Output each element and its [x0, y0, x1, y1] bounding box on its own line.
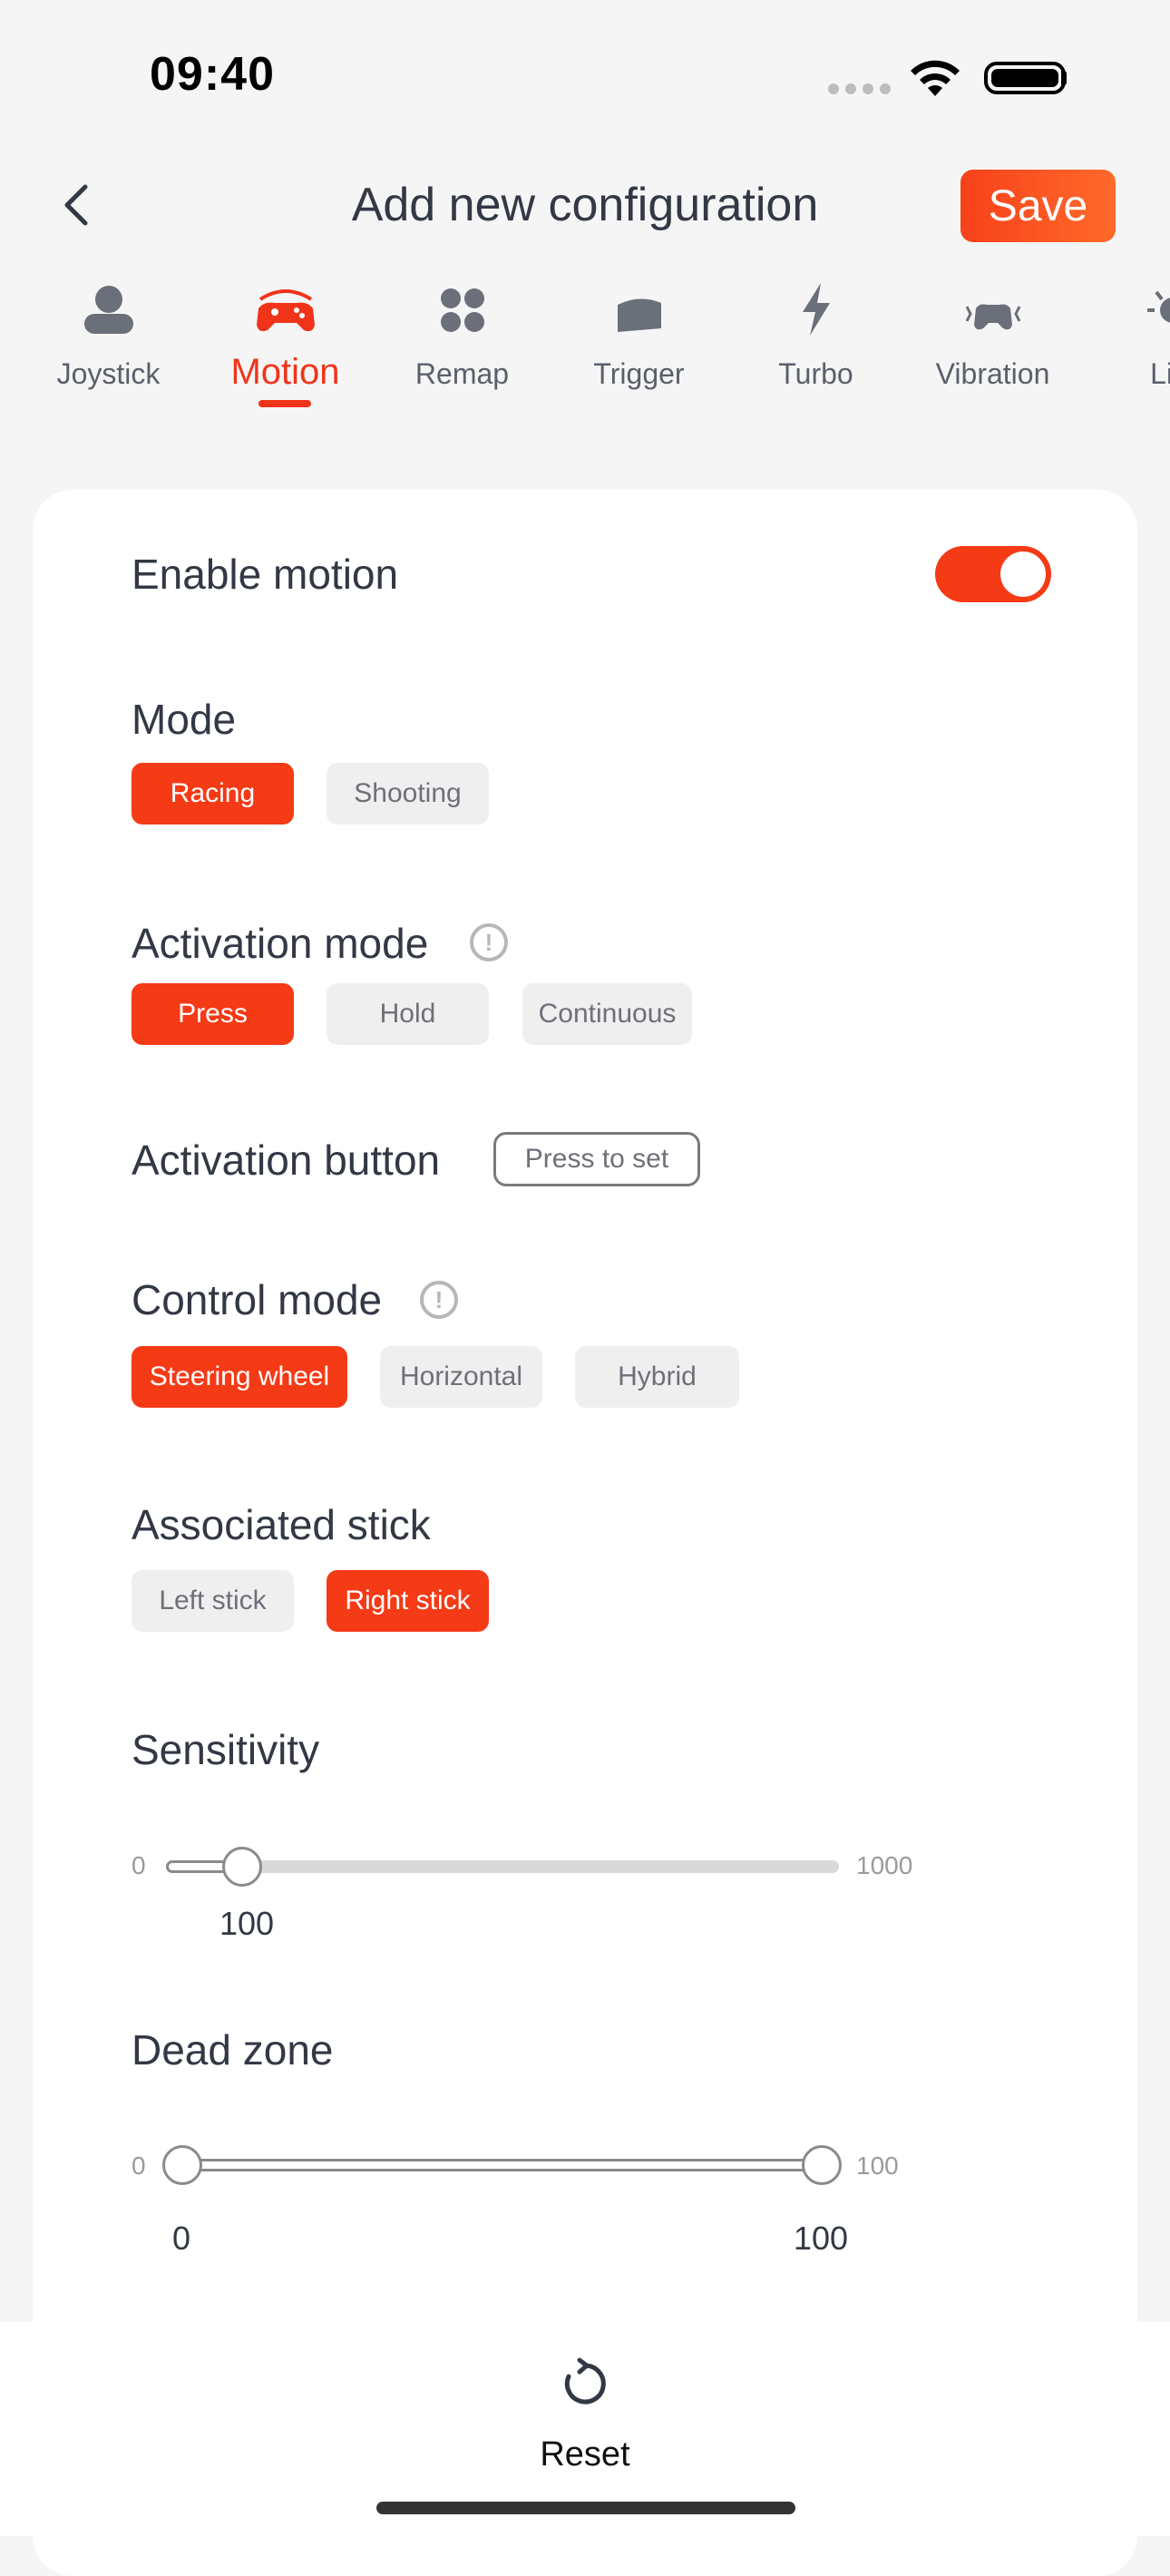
wifi-icon: [907, 56, 963, 102]
status-time: 09:40: [150, 47, 275, 102]
dead-zone-label: Dead zone: [132, 2025, 334, 2074]
enable-motion-label: Enable motion: [132, 550, 398, 599]
remap-dots-icon: [374, 281, 551, 337]
reset-icon[interactable]: [558, 2356, 612, 2411]
battery-icon: [984, 62, 1066, 94]
mode-label: Mode: [132, 695, 236, 744]
sensitivity-track[interactable]: [166, 1860, 839, 1873]
reset-button-label[interactable]: Reset: [0, 2435, 1170, 2474]
sensitivity-max-label: 1000: [856, 1851, 912, 1880]
tab-label: Joystick: [20, 357, 197, 391]
light-icon: [1081, 281, 1170, 337]
joystick-icon: [20, 281, 197, 337]
tab-label: Remap: [374, 357, 551, 391]
activation-button-label: Activation button: [132, 1136, 440, 1185]
control-steering-wheel-chip[interactable]: Steering wheel: [132, 1346, 347, 1408]
tab-label: Turbo: [727, 357, 904, 391]
sensitivity-min-label: 0: [132, 1851, 146, 1880]
tab-turbo[interactable]: Turbo: [727, 281, 904, 391]
tab-motion[interactable]: Motion: [197, 281, 374, 393]
sensitivity-label: Sensitivity: [132, 1725, 319, 1774]
right-stick-chip[interactable]: Right stick: [327, 1570, 489, 1632]
activation-press-chip[interactable]: Press: [132, 983, 294, 1045]
tab-label: Motion: [197, 352, 374, 393]
toggle-knob: [1000, 551, 1046, 597]
tab-vibration[interactable]: Vibration: [904, 281, 1081, 391]
active-tab-indicator: [258, 400, 311, 407]
sensitivity-slider-thumb[interactable]: [222, 1847, 262, 1887]
lightning-icon: [727, 281, 904, 337]
motion-gamepad-icon: [197, 281, 374, 337]
dead-zone-high-value: 100: [794, 2220, 848, 2258]
mode-shooting-chip[interactable]: Shooting: [327, 763, 489, 825]
tab-label: Vibration: [904, 357, 1081, 391]
enable-motion-toggle[interactable]: [935, 546, 1051, 602]
control-mode-label: Control mode: [132, 1275, 382, 1324]
press-to-set-button[interactable]: Press to set: [493, 1132, 700, 1186]
cellular-signal-icon: [828, 83, 891, 94]
associated-stick-label: Associated stick: [132, 1500, 431, 1549]
left-stick-chip[interactable]: Left stick: [132, 1570, 294, 1632]
tab-trigger[interactable]: Trigger: [551, 281, 727, 391]
activation-continuous-chip[interactable]: Continuous: [522, 983, 692, 1045]
battery-tip: [1061, 71, 1067, 85]
dead-zone-low-thumb[interactable]: [162, 2145, 202, 2185]
tab-bar: Joystick Motion Remap Trigger Turbo: [0, 281, 1170, 417]
tab-label: Trigger: [551, 357, 727, 391]
tab-remap[interactable]: Remap: [374, 281, 551, 391]
mode-racing-chip[interactable]: Racing: [132, 763, 294, 825]
dead-zone-min-label: 0: [132, 2152, 146, 2181]
tab-joystick[interactable]: Joystick: [20, 281, 197, 391]
sensitivity-value: 100: [219, 1905, 274, 1943]
home-indicator: [376, 2502, 795, 2514]
activation-hold-chip[interactable]: Hold: [327, 983, 489, 1045]
activation-mode-label: Activation mode: [132, 919, 428, 968]
dead-zone-track[interactable]: [181, 2159, 821, 2171]
info-icon[interactable]: !: [420, 1281, 458, 1319]
dead-zone-max-label: 100: [856, 2152, 899, 2181]
vibration-icon: [904, 281, 1081, 337]
tab-label: Lig: [1081, 357, 1170, 391]
tab-light[interactable]: Lig: [1081, 281, 1170, 391]
dead-zone-low-value: 0: [172, 2220, 190, 2258]
info-icon[interactable]: !: [470, 923, 508, 961]
trigger-icon: [551, 281, 727, 337]
save-button[interactable]: Save: [960, 170, 1116, 242]
control-hybrid-chip[interactable]: Hybrid: [575, 1346, 739, 1408]
dead-zone-high-thumb[interactable]: [802, 2145, 842, 2185]
control-horizontal-chip[interactable]: Horizontal: [380, 1346, 542, 1408]
